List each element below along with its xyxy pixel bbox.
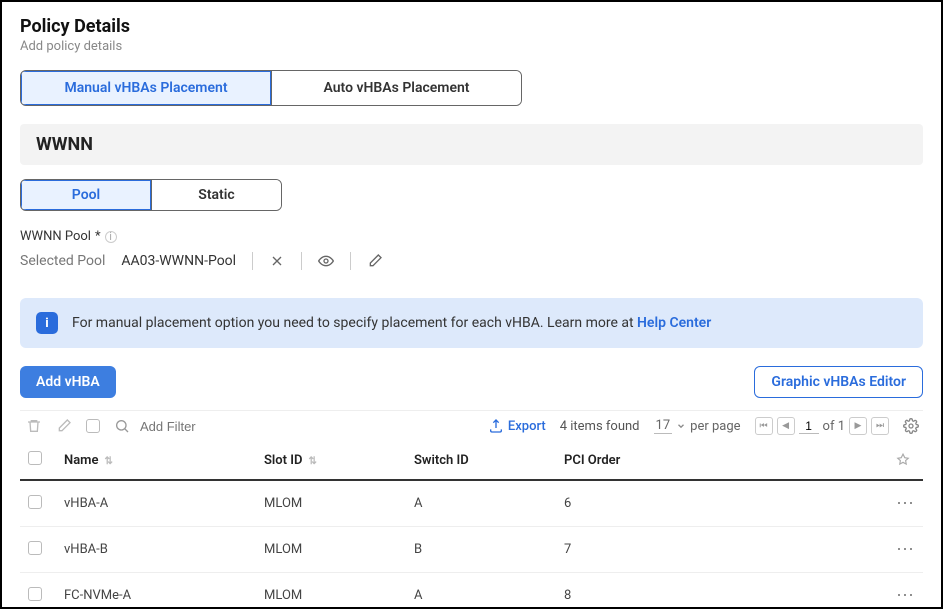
cell-slot-id: MLOM xyxy=(256,480,406,527)
wwnn-mode-segmented-control: Pool Static xyxy=(20,179,282,211)
cell-slot-id: MLOM xyxy=(256,527,406,573)
table-row: vHBA-AMLOMA6 ⋯ xyxy=(20,480,923,527)
cell-switch-id: A xyxy=(406,480,556,527)
pin-icon[interactable] xyxy=(896,453,915,467)
search-icon[interactable] xyxy=(114,418,130,434)
selected-pool-label: Selected Pool xyxy=(20,253,105,269)
page-current-input[interactable] xyxy=(799,419,819,434)
bulk-edit-icon[interactable] xyxy=(56,418,72,434)
clear-pool-icon[interactable] xyxy=(269,253,285,269)
select-all-checkbox[interactable] xyxy=(28,451,42,465)
info-banner: i For manual placement option you need t… xyxy=(20,298,923,348)
tab-pool[interactable]: Pool xyxy=(21,180,151,210)
chevron-down-icon xyxy=(676,421,686,431)
col-name[interactable]: Name xyxy=(64,453,98,468)
row-actions-button[interactable]: ⋯ xyxy=(896,493,915,514)
row-checkbox[interactable] xyxy=(28,495,42,509)
page-first-button[interactable]: ⏮ xyxy=(755,417,773,435)
items-found-text: 4 items found xyxy=(560,419,640,434)
add-vhba-button[interactable]: Add vHBA xyxy=(20,366,116,398)
toolbar-checkbox[interactable] xyxy=(86,419,100,433)
filter-input[interactable] xyxy=(138,418,338,435)
table-toolbar: Export 4 items found 17 per page ⏮ ◀ of … xyxy=(20,410,923,441)
edit-pool-icon[interactable] xyxy=(367,253,383,269)
vhba-table: Name⇅ Slot ID⇅ Switch ID PCI Order vHBA-… xyxy=(20,441,923,609)
row-actions-button[interactable]: ⋯ xyxy=(896,585,915,606)
cell-switch-id: B xyxy=(406,527,556,573)
table-row: vHBA-BMLOMB7 ⋯ xyxy=(20,527,923,573)
cell-pci-order: 7 xyxy=(556,527,888,573)
wwnn-section-header: WWNN xyxy=(20,124,923,165)
cell-name: vHBA-A xyxy=(56,480,256,527)
view-pool-icon[interactable] xyxy=(318,253,334,269)
cell-pci-order: 6 xyxy=(556,480,888,527)
selected-pool-row: Selected Pool AA03-WWNN-Pool xyxy=(20,252,923,270)
row-checkbox[interactable] xyxy=(28,541,42,555)
row-actions-button[interactable]: ⋯ xyxy=(896,539,915,560)
gear-icon[interactable] xyxy=(903,418,919,434)
cell-switch-id: A xyxy=(406,573,556,609)
tab-manual-placement[interactable]: Manual vHBAs Placement xyxy=(21,71,271,105)
page-title: Policy Details xyxy=(20,16,923,37)
info-banner-icon: i xyxy=(36,312,58,334)
delete-icon[interactable] xyxy=(26,418,42,434)
info-icon[interactable]: i xyxy=(105,231,117,243)
info-banner-text: For manual placement option you need to … xyxy=(72,315,637,331)
help-center-link[interactable]: Help Center xyxy=(637,315,711,331)
tab-auto-placement[interactable]: Auto vHBAs Placement xyxy=(271,71,521,105)
placement-segmented-control: Manual vHBAs Placement Auto vHBAs Placem… xyxy=(20,70,522,106)
cell-slot-id: MLOM xyxy=(256,573,406,609)
cell-name: FC-NVMe-A xyxy=(56,573,256,609)
page-of-text: of 1 xyxy=(823,419,845,434)
cell-name: vHBA-B xyxy=(56,527,256,573)
page-next-button[interactable]: ▶ xyxy=(849,417,867,435)
page-prev-button[interactable]: ◀ xyxy=(777,417,795,435)
page-subtitle: Add policy details xyxy=(20,39,923,54)
graphic-vhbas-editor-button[interactable]: Graphic vHBAs Editor xyxy=(754,366,923,398)
col-slot-id[interactable]: Slot ID xyxy=(264,453,302,468)
col-pci-order[interactable]: PCI Order xyxy=(564,453,620,468)
row-checkbox[interactable] xyxy=(28,587,42,601)
selected-pool-value: AA03-WWNN-Pool xyxy=(121,253,236,269)
pagination: ⏮ ◀ of 1 ▶ ⏭ xyxy=(755,417,889,435)
cell-pci-order: 8 xyxy=(556,573,888,609)
wwnn-pool-label: WWNN Pool * i xyxy=(20,229,923,244)
per-page-control[interactable]: 17 per page xyxy=(654,418,741,434)
page-last-button[interactable]: ⏭ xyxy=(871,417,889,435)
col-switch-id[interactable]: Switch ID xyxy=(414,453,469,468)
table-row: FC-NVMe-AMLOMA8 ⋯ xyxy=(20,573,923,609)
export-button[interactable]: Export xyxy=(488,418,546,434)
tab-static[interactable]: Static xyxy=(151,180,281,210)
